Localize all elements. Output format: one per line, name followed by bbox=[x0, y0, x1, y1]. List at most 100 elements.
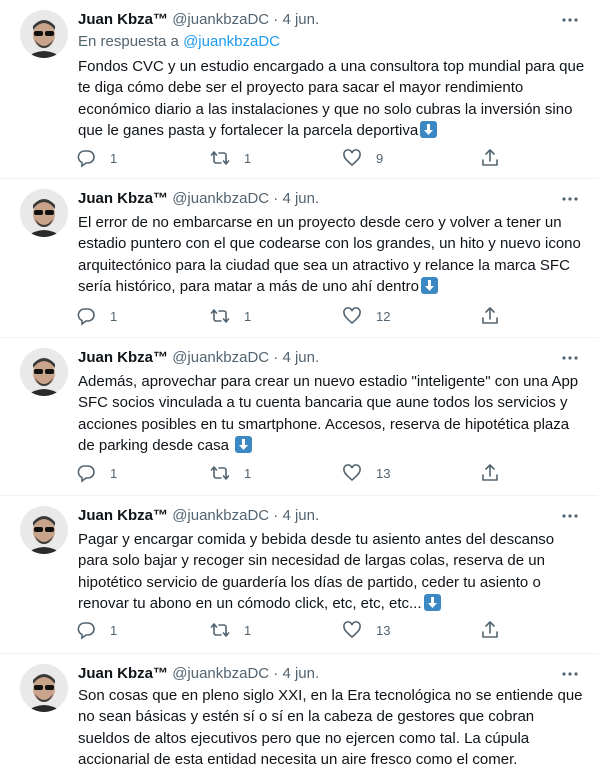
like-button[interactable]: 13 bbox=[342, 458, 390, 488]
heart-icon bbox=[343, 621, 361, 639]
retweet-count: 1 bbox=[244, 150, 252, 166]
handle[interactable]: @juankbzaDC bbox=[172, 190, 269, 207]
timestamp[interactable]: 4 jun. bbox=[282, 190, 319, 207]
reply-button[interactable]: 1 bbox=[76, 458, 117, 488]
reply-context: En respuesta a @juankbzaDC bbox=[78, 32, 280, 52]
separator: · bbox=[273, 665, 279, 682]
tweet[interactable]: Juan Kbza™ @juankbzaDC · 4 jun. En respu… bbox=[0, 0, 598, 178]
reply-prefix: En respuesta a bbox=[78, 33, 184, 50]
reply-bubble-icon bbox=[77, 308, 95, 326]
timestamp[interactable]: 4 jun. bbox=[282, 349, 319, 366]
reply-count: 1 bbox=[110, 150, 118, 166]
tweet[interactable]: Juan Kbza™ @juankbzaDC · 4 jun. Son cosa… bbox=[0, 654, 598, 768]
tweet[interactable]: Juan Kbza™ @juankbzaDC · 4 jun. El error… bbox=[0, 179, 598, 337]
tweet-text: Fondos CVC y un estudio encargado a una … bbox=[78, 56, 586, 142]
tweet-text-content: El error de no embarcarse en un proyecto… bbox=[78, 214, 581, 296]
separator: · bbox=[273, 190, 279, 207]
like-button[interactable]: 12 bbox=[342, 301, 390, 331]
more-dots-icon[interactable] bbox=[560, 189, 580, 209]
down-arrow-emoji bbox=[420, 121, 438, 139]
handle[interactable]: @juankbzaDC bbox=[172, 507, 269, 524]
handle[interactable]: @juankbzaDC bbox=[172, 11, 269, 28]
down-arrow-emoji bbox=[421, 277, 439, 295]
reply-bubble-icon bbox=[77, 622, 95, 640]
retweet-count: 1 bbox=[244, 465, 252, 481]
avatar[interactable] bbox=[20, 189, 68, 237]
display-name[interactable]: Juan Kbza™ bbox=[78, 507, 168, 524]
tweet-header: Juan Kbza™ @juankbzaDC · 4 jun. bbox=[78, 348, 319, 368]
avatar[interactable] bbox=[20, 506, 68, 554]
share-button[interactable] bbox=[480, 458, 514, 488]
tweet-text-content: Fondos CVC y un estudio encargado a una … bbox=[78, 58, 585, 140]
tweet-header: Juan Kbza™ @juankbzaDC · 4 jun. bbox=[78, 506, 319, 526]
retweet-button[interactable]: 1 bbox=[210, 301, 251, 331]
reply-count: 1 bbox=[110, 308, 118, 324]
retweet-button[interactable]: 1 bbox=[210, 143, 251, 173]
like-count: 9 bbox=[376, 150, 384, 166]
avatar[interactable] bbox=[20, 10, 68, 58]
share-button[interactable] bbox=[480, 301, 514, 331]
action-bar: 1 1 12 bbox=[70, 301, 510, 331]
retweet-arrows-icon bbox=[210, 309, 230, 323]
display-name[interactable]: Juan Kbza™ bbox=[78, 11, 168, 28]
tweet[interactable]: Juan Kbza™ @juankbzaDC · 4 jun. Además, … bbox=[0, 338, 598, 495]
timestamp[interactable]: 4 jun. bbox=[282, 11, 319, 28]
retweet-arrows-icon bbox=[210, 466, 230, 480]
down-arrow-emoji bbox=[235, 436, 253, 454]
share-button[interactable] bbox=[480, 615, 514, 645]
display-name[interactable]: Juan Kbza™ bbox=[78, 665, 168, 682]
handle[interactable]: @juankbzaDC bbox=[172, 349, 269, 366]
like-button[interactable]: 13 bbox=[342, 615, 390, 645]
reply-bubble-icon bbox=[77, 150, 95, 168]
tweet-text-content: Pagar y encargar comida y bebida desde t… bbox=[78, 531, 555, 613]
retweet-count: 1 bbox=[244, 622, 252, 638]
separator: · bbox=[273, 11, 279, 28]
more-dots-icon[interactable] bbox=[560, 10, 580, 30]
more-dots-icon[interactable] bbox=[560, 348, 580, 368]
separator: · bbox=[273, 349, 279, 366]
reply-to-handle[interactable]: @juankbzaDC bbox=[183, 33, 280, 50]
tweet-text: Pagar y encargar comida y bebida desde t… bbox=[78, 529, 586, 615]
separator: · bbox=[273, 507, 279, 524]
action-bar: 1 1 9 bbox=[70, 143, 510, 173]
tweet-text: Son cosas que en pleno siglo XXI, en la … bbox=[78, 685, 586, 771]
retweet-arrows-icon bbox=[210, 623, 230, 637]
retweet-button[interactable]: 1 bbox=[210, 458, 251, 488]
tweet-text: El error de no embarcarse en un proyecto… bbox=[78, 212, 586, 298]
tweet-text-content: Son cosas que en pleno siglo XXI, en la … bbox=[78, 687, 583, 769]
share-upload-icon bbox=[482, 149, 498, 166]
handle[interactable]: @juankbzaDC bbox=[172, 665, 269, 682]
heart-icon bbox=[343, 149, 361, 167]
timestamp[interactable]: 4 jun. bbox=[282, 665, 319, 682]
action-bar: 1 1 13 bbox=[70, 458, 510, 488]
like-count: 12 bbox=[376, 308, 391, 324]
heart-icon bbox=[343, 307, 361, 325]
like-count: 13 bbox=[376, 622, 391, 638]
tweet[interactable]: Juan Kbza™ @juankbzaDC · 4 jun. Pagar y … bbox=[0, 496, 598, 653]
tweet-header: Juan Kbza™ @juankbzaDC · 4 jun. bbox=[78, 10, 319, 30]
reply-count: 1 bbox=[110, 465, 118, 481]
tweet-text: Además, aprovechar para crear un nuevo e… bbox=[78, 371, 586, 457]
retweet-button[interactable]: 1 bbox=[210, 615, 251, 645]
share-upload-icon bbox=[482, 621, 498, 638]
reply-button[interactable]: 1 bbox=[76, 301, 117, 331]
more-dots-icon[interactable] bbox=[560, 506, 580, 526]
retweet-arrows-icon bbox=[210, 151, 230, 165]
avatar[interactable] bbox=[20, 664, 68, 712]
like-count: 13 bbox=[376, 465, 391, 481]
avatar[interactable] bbox=[20, 348, 68, 396]
heart-icon bbox=[343, 464, 361, 482]
tweet-text-content: Además, aprovechar para crear un nuevo e… bbox=[78, 373, 579, 455]
tweet-header: Juan Kbza™ @juankbzaDC · 4 jun. bbox=[78, 664, 319, 684]
like-button[interactable]: 9 bbox=[342, 143, 383, 173]
action-bar: 1 1 13 bbox=[70, 615, 510, 645]
reply-button[interactable]: 1 bbox=[76, 615, 117, 645]
reply-button[interactable]: 1 bbox=[76, 143, 117, 173]
more-dots-icon[interactable] bbox=[560, 664, 580, 684]
timestamp[interactable]: 4 jun. bbox=[282, 507, 319, 524]
display-name[interactable]: Juan Kbza™ bbox=[78, 349, 168, 366]
share-button[interactable] bbox=[480, 143, 514, 173]
reply-bubble-icon bbox=[77, 465, 95, 483]
display-name[interactable]: Juan Kbza™ bbox=[78, 190, 168, 207]
tweet-header: Juan Kbza™ @juankbzaDC · 4 jun. bbox=[78, 189, 319, 209]
